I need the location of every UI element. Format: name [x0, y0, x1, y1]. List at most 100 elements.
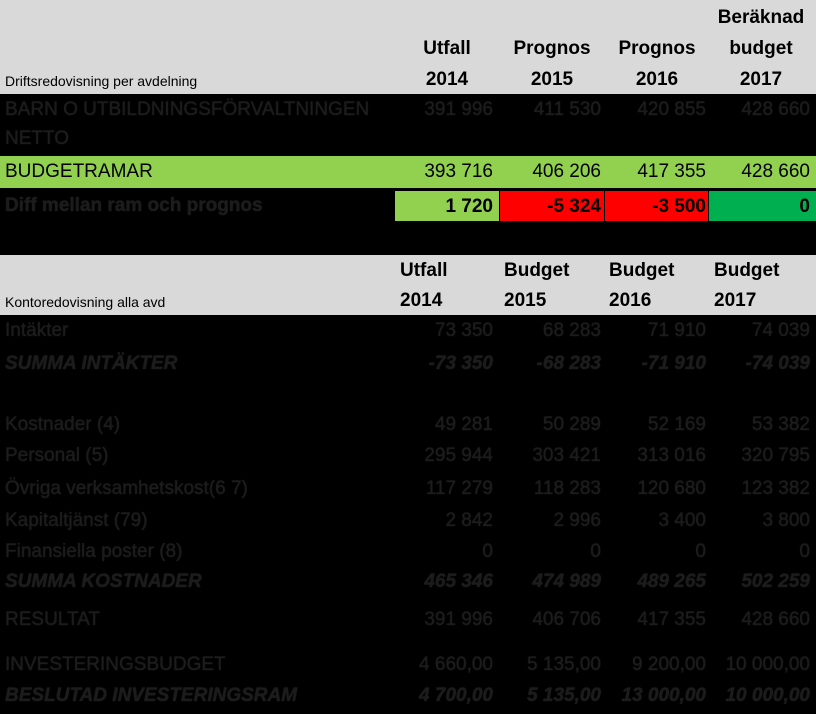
row-value-col1: 295 944 — [424, 445, 493, 466]
header2-col3-line2: 2016 — [609, 290, 652, 311]
row-label: RESULTAT — [5, 609, 101, 630]
row-value-col4: 428 660 — [741, 609, 810, 630]
diff-value-col4: 0 — [799, 196, 810, 217]
budget-value-col1: 393 716 — [424, 161, 493, 182]
row-value-col1: 391 996 — [424, 609, 493, 630]
net-value-col3: 420 855 — [637, 99, 706, 120]
header2-col1-line1: Utfall — [400, 260, 448, 281]
row-value-col4: 10 000,00 — [725, 685, 810, 706]
row-label: Kostnader (4) — [5, 414, 121, 435]
row-value-col2: 0 — [590, 541, 601, 562]
summa-kostnader-row: SUMMA KOSTNADER 465 346 474 989 489 265 … — [0, 568, 816, 598]
row-value-col2: 474 989 — [532, 571, 601, 592]
budget-value-col2: 406 206 — [532, 161, 601, 182]
header-col3-line3: 2016 — [635, 69, 679, 90]
budget-row: BUDGETRAMAR 393 716 406 206 417 355 428 … — [0, 156, 816, 188]
row-label: Intäkter — [5, 320, 69, 341]
diff-value-col2: -5 324 — [547, 196, 601, 217]
row-label: INVESTERINGSBUDGET — [5, 654, 226, 675]
row-value-col3: 13 000,00 — [621, 685, 706, 706]
net-label-line1: BARN O UTBILDNINGSFÖRVALTNINGEN — [5, 99, 370, 120]
row-value-col1: 117 279 — [425, 478, 493, 499]
diff-label: Diff mellan ram och prognos — [5, 195, 263, 216]
net-value-col2: 411 530 — [533, 99, 601, 120]
row-value-col4: 10 000,00 — [725, 654, 810, 675]
diff-row: Diff mellan ram och prognos 1 720 -5 324… — [0, 190, 816, 222]
ovriga-row: Övriga verksamhetskost(6 7) 117 279 118 … — [0, 475, 816, 505]
net-value-col4: 428 660 — [741, 99, 810, 120]
row-label: BESLUTAD INVESTERINGSRAM — [5, 685, 298, 706]
kostnader-row: Kostnader (4) 49 281 50 289 52 169 53 38… — [0, 411, 816, 441]
summa-intakter-row: SUMMA INTÄKTER -73 350 -68 283 -71 910 -… — [0, 350, 816, 380]
row-value-col1: 2 842 — [445, 510, 493, 531]
row-value-col3: 0 — [695, 541, 706, 562]
header2-col2-line1: Budget — [504, 260, 570, 281]
header-col4-line2: budget — [729, 38, 793, 59]
row-value-col1: 0 — [482, 541, 493, 562]
row-label: Övriga verksamhetskost(6 7) — [5, 478, 248, 499]
row-value-col1: 4 660,00 — [419, 654, 493, 675]
net-value-col1: 391 996 — [424, 99, 493, 120]
intakter-row: Intäkter 73 350 68 283 71 910 74 039 — [0, 317, 816, 347]
budget-value-col4: 428 660 — [741, 161, 810, 182]
row-value-col4: 53 382 — [751, 414, 810, 435]
row-value-col3: 71 910 — [647, 320, 706, 341]
row-value-col2: 5 135,00 — [527, 685, 601, 706]
header-col3-line2: Prognos — [618, 38, 696, 59]
row-value-col1: 49 281 — [434, 414, 493, 435]
row-value-col3: 52 169 — [647, 414, 706, 435]
header-col1-line2: Utfall — [423, 38, 471, 59]
row-value-col4: 502 259 — [741, 571, 810, 592]
row-value-col4: 0 — [799, 541, 810, 562]
row-label: Personal (5) — [5, 445, 109, 466]
row-value-col3: 313 016 — [637, 445, 706, 466]
header-col1-line3: 2014 — [425, 69, 469, 90]
row-value-col3: 3 400 — [658, 510, 706, 531]
row-value-col1: 73 350 — [434, 320, 493, 341]
beslutad-investeringsram-row: BESLUTAD INVESTERINGSRAM 4 700,00 5 135,… — [0, 682, 816, 712]
row-value-col3: 489 265 — [637, 571, 706, 592]
row-value-col4: 320 795 — [741, 445, 810, 466]
diff-value-col1: 1 720 — [445, 196, 493, 217]
header-col2-line3: 2015 — [530, 69, 574, 90]
kapitaltjanst-row: Kapitaltjänst (79) 2 842 2 996 3 400 3 8… — [0, 507, 816, 537]
header-col4-line1: Beräknad — [717, 7, 805, 28]
net-label-line2: NETTO — [5, 128, 70, 149]
header-col4-line3: 2017 — [739, 69, 783, 90]
personal-row: Personal (5) 295 944 303 421 313 016 320… — [0, 442, 816, 472]
diff-value-col3: -3 500 — [652, 196, 706, 217]
row-value-col3: 417 355 — [637, 609, 706, 630]
budget-value-col3: 417 355 — [637, 161, 706, 182]
header2-col2-line2: 2015 — [504, 290, 547, 311]
row-label: SUMMA INTÄKTER — [5, 353, 178, 374]
investeringsbudget-row: INVESTERINGSBUDGET 4 660,00 5 135,00 9 2… — [0, 651, 816, 681]
header2-col4-line1: Budget — [714, 260, 780, 281]
header2-col3-line1: Budget — [609, 260, 675, 281]
header-col2-line2: Prognos — [513, 38, 591, 59]
row-value-col1: -73 350 — [428, 353, 493, 374]
section1-caption: Driftsredovisning per avdelning — [5, 73, 198, 89]
section2-caption: Kontoredovisning alla avd — [5, 294, 166, 310]
row-value-col4: 74 039 — [751, 320, 810, 341]
budget-label: BUDGETRAMAR — [5, 161, 153, 182]
row-value-col2: 406 706 — [532, 609, 601, 630]
row-value-col2: 68 283 — [542, 320, 601, 341]
section2-header: Kontoredovisning alla avd Utfall 2014 Bu… — [0, 255, 816, 315]
resultat-row: RESULTAT 391 996 406 706 417 355 428 660 — [0, 606, 816, 636]
row-value-col2: -68 283 — [536, 353, 601, 374]
row-value-col2: 303 421 — [532, 445, 601, 466]
row-value-col3: 9 200,00 — [632, 654, 706, 675]
section1-header: Driftsredovisning per avdelning Utfall 2… — [0, 0, 816, 94]
row-value-col1: 4 700,00 — [419, 685, 493, 706]
row-value-col2: 118 283 — [533, 478, 601, 499]
finansiella-row: Finansiella poster (8) 0 0 0 0 — [0, 538, 816, 568]
row-value-col4: -74 039 — [745, 353, 810, 374]
net-row: BARN O UTBILDNINGSFÖRVALTNINGEN NETTO 39… — [0, 96, 816, 154]
row-value-col4: 123 382 — [741, 478, 810, 499]
row-value-col1: 465 346 — [424, 571, 493, 592]
row-value-col4: 3 800 — [762, 510, 810, 531]
row-value-col3: -71 910 — [641, 353, 706, 374]
row-value-col2: 2 996 — [553, 510, 601, 531]
row-label: SUMMA KOSTNADER — [5, 571, 202, 592]
row-value-col3: 120 680 — [637, 478, 706, 499]
